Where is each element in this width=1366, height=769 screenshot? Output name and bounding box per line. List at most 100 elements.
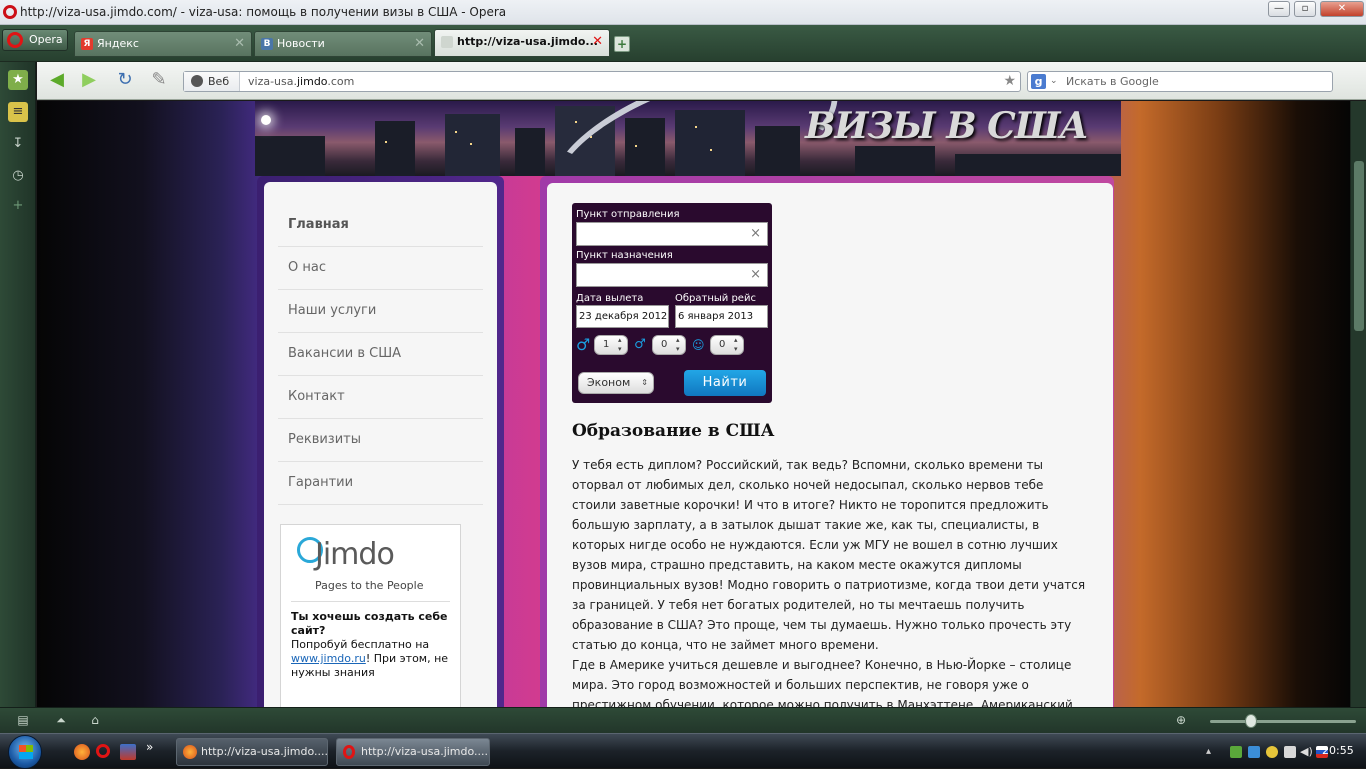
start-button[interactable] — [8, 735, 42, 769]
search-field[interactable]: g ⌄ Искать в Google — [1027, 71, 1333, 92]
return-label: Обратный рейс — [675, 293, 756, 304]
divider — [291, 601, 450, 602]
taskbar-item-opera[interactable]: http://viza-usa.jimdo.... — [336, 738, 490, 766]
bookmarks-icon[interactable]: ★ — [8, 70, 28, 90]
return-date-input[interactable]: 6 января 2013 — [675, 305, 768, 328]
infants-select[interactable]: 0 — [710, 335, 744, 355]
firefox-icon — [183, 745, 197, 759]
tray-network-icon[interactable] — [1248, 746, 1260, 758]
nav-item-vacancies[interactable]: Вакансии в США — [278, 333, 483, 376]
infant-icon: ☺ — [692, 338, 705, 352]
depart-date-input[interactable]: 23 декабря 2012 — [576, 305, 669, 328]
notes-icon[interactable]: ≡ — [8, 102, 28, 122]
opera-menu-button[interactable]: Opera — [2, 29, 68, 51]
search-placeholder: Искать в Google — [1066, 75, 1159, 88]
windows-logo-icon — [19, 745, 33, 759]
add-panel-icon[interactable]: + — [8, 196, 28, 216]
clear-from-icon[interactable]: × — [750, 227, 761, 241]
google-icon[interactable]: g — [1031, 74, 1046, 89]
tray-expand-icon[interactable]: ▴ — [1206, 746, 1218, 758]
web-badge[interactable]: Веб — [184, 72, 240, 91]
promo-heading: Ты хочешь создать себе сайт? — [291, 610, 448, 637]
from-input[interactable]: × — [576, 222, 768, 246]
unite-icon[interactable]: ⏶ — [52, 712, 70, 728]
browser-status-bar: ▤ ⏶ ⌂ ⊕ — [0, 707, 1366, 733]
reload-icon[interactable]: ↻ — [113, 69, 137, 93]
tray-device-icon[interactable] — [1284, 746, 1296, 758]
history-icon[interactable]: ◷ — [8, 166, 28, 186]
windows-taskbar: » http://viza-usa.jimdo.... http://viza-… — [0, 733, 1366, 769]
bookmark-star-icon[interactable]: ★ — [1003, 72, 1016, 90]
close-window-button[interactable]: ✕ — [1320, 1, 1364, 17]
nav-item-guarantees[interactable]: Гарантии — [278, 462, 483, 505]
search-engine-dropdown-icon[interactable]: ⌄ — [1050, 72, 1058, 91]
sidebar-panel: Главная О нас Наши услуги Вакансии в США… — [257, 176, 504, 707]
nav-item-about[interactable]: О нас — [278, 247, 483, 290]
search-flights-button[interactable]: Найти — [684, 370, 766, 396]
promo-text-part: Попробуй бесплатно на — [291, 638, 430, 651]
forward-icon[interactable]: ▶ — [77, 69, 101, 93]
volume-icon[interactable]: ◀) — [1300, 746, 1313, 758]
jimdo-link[interactable]: www.jimdo.ru — [291, 652, 366, 665]
main-content-panel: Пункт отправления × Пункт назначения × Д… — [540, 176, 1114, 707]
turbo-icon[interactable]: ⌂ — [86, 712, 104, 728]
firefox-icon[interactable] — [74, 744, 90, 760]
promo-text: Попробуй бесплатно на www.jimdo.ru! При … — [291, 638, 450, 680]
to-label: Пункт назначения — [576, 250, 673, 261]
edit-icon[interactable]: ✎ — [147, 69, 171, 93]
scrollbar-thumb[interactable] — [1354, 161, 1364, 331]
minimize-button[interactable]: — — [1268, 1, 1290, 17]
article-paragraph: У тебя есть диплом? Российский, так ведь… — [572, 458, 1086, 652]
maximize-button[interactable]: ▫ — [1294, 1, 1316, 17]
new-tab-icon[interactable]: + — [614, 36, 630, 52]
close-tab-icon[interactable]: ✕ — [414, 32, 425, 56]
quicklaunch-more-icon[interactable]: » — [146, 740, 153, 754]
adult-icon: ♂ — [576, 335, 591, 354]
vk-favicon-icon: B — [261, 38, 273, 50]
nav-item-services[interactable]: Наши услуги — [278, 290, 483, 333]
from-label: Пункт отправления — [576, 209, 680, 220]
close-tab-icon[interactable]: ✕ — [592, 30, 603, 54]
clear-to-icon[interactable]: × — [750, 268, 761, 282]
cabin-class-value: Эконом — [587, 376, 631, 389]
jimdo-logo-text: Jimdo — [315, 537, 395, 572]
tab-bar: Opera Я Яндекс ✕ B Новости ✕ http://viza… — [0, 25, 1366, 62]
tab-viza-usa[interactable]: http://viza-usa.jimdo... ✕ — [434, 29, 610, 57]
side-panel-bar: ★ ≡ ↧ ◷ + — [0, 62, 36, 707]
zoom-slider[interactable] — [1210, 720, 1356, 723]
url-domain: jimdo — [297, 75, 328, 88]
url-prefix: viza-usa. — [248, 75, 297, 88]
back-icon[interactable]: ◀ — [45, 69, 69, 93]
url-text[interactable]: viza-usa.jimdo.com — [248, 72, 354, 91]
address-field[interactable]: Веб viza-usa.jimdo.com ★ — [183, 71, 1021, 92]
passengers-row: ♂ 1 ♂ 0 ☺ 0 — [576, 334, 768, 356]
nav-item-contact[interactable]: Контакт — [278, 376, 483, 419]
depart-label: Дата вылета — [576, 293, 644, 304]
app-icon[interactable] — [120, 744, 136, 760]
tray-app-icon[interactable] — [1230, 746, 1242, 758]
opera-icon[interactable] — [96, 744, 110, 758]
tray-app-icon[interactable] — [1266, 746, 1278, 758]
close-tab-icon[interactable]: ✕ — [234, 32, 245, 56]
page-scrollbar[interactable] — [1350, 101, 1366, 707]
downloads-icon[interactable]: ↧ — [8, 134, 28, 154]
window-title: http://viza-usa.jimdo.com/ - viza-usa: п… — [20, 5, 507, 19]
cabin-class-select[interactable]: Эконом ⇕ — [578, 372, 654, 394]
adults-select[interactable]: 1 — [594, 335, 628, 355]
tab-yandex[interactable]: Я Яндекс ✕ — [74, 31, 252, 57]
opera-icon — [343, 745, 355, 759]
children-select[interactable]: 0 — [652, 335, 686, 355]
zoom-slider-handle[interactable] — [1245, 714, 1257, 728]
jimdo-logo[interactable]: Jimdo Pages to the People — [291, 531, 450, 595]
tab-news[interactable]: B Новости ✕ — [254, 31, 432, 57]
nav-item-home[interactable]: Главная — [278, 204, 483, 247]
nav-item-requisites[interactable]: Реквизиты — [278, 419, 483, 462]
taskbar-item-firefox[interactable]: http://viza-usa.jimdo.... — [176, 738, 328, 766]
zoom-icon[interactable]: ⊕ — [1172, 712, 1190, 728]
clock[interactable]: 20:55 — [1322, 744, 1354, 757]
to-input[interactable]: × — [576, 263, 768, 287]
site-header: ВИЗЫ В США — [255, 101, 1121, 176]
page-viewport: ВИЗЫ В США Главная О нас Наши услуги Вак… — [37, 101, 1350, 707]
task-label: http://viza-usa.jimdo.... — [201, 745, 328, 758]
panel-toggle-icon[interactable]: ▤ — [14, 712, 32, 728]
